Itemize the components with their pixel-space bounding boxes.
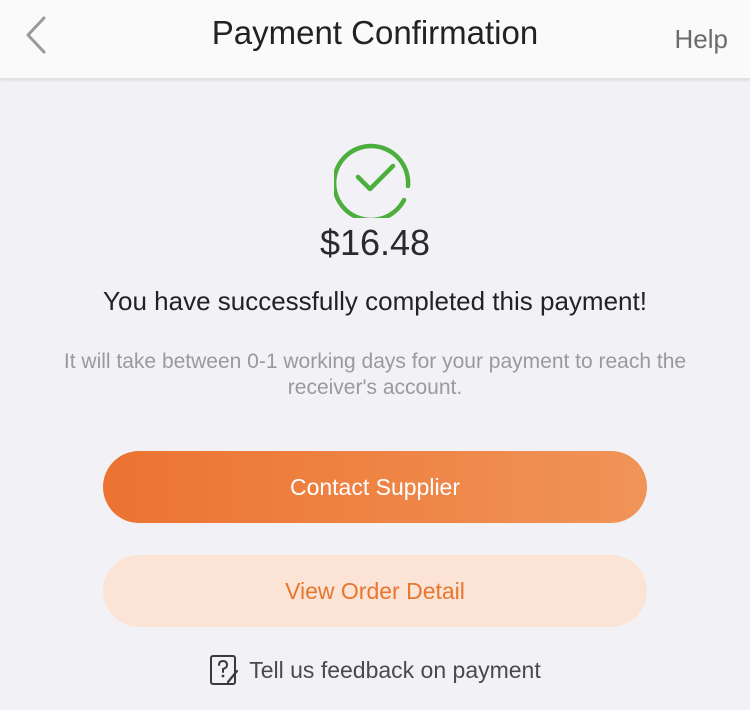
top-nav-bar: Payment Confirmation Help	[0, 0, 750, 79]
contact-supplier-button[interactable]: Contact Supplier	[103, 451, 647, 523]
feedback-icon	[210, 655, 239, 685]
view-order-detail-label: View Order Detail	[285, 577, 465, 604]
help-link[interactable]: Help	[675, 24, 728, 55]
feedback-link[interactable]: Tell us feedback on payment	[0, 654, 750, 686]
view-order-detail-button[interactable]: View Order Detail	[103, 555, 647, 627]
page-title: Payment Confirmation	[211, 14, 539, 51]
chevron-left-icon	[26, 16, 46, 54]
check-circle-icon	[334, 143, 411, 218]
contact-supplier-label: Contact Supplier	[289, 473, 461, 500]
processing-time-note: It will take between 0-1 working days fo…	[63, 350, 687, 399]
feedback-label: Tell us feedback on payment	[249, 656, 541, 683]
payment-amount: $16.48	[319, 222, 431, 263]
back-button[interactable]	[12, 10, 60, 60]
success-message: You have successfully completed this pay…	[103, 286, 647, 316]
